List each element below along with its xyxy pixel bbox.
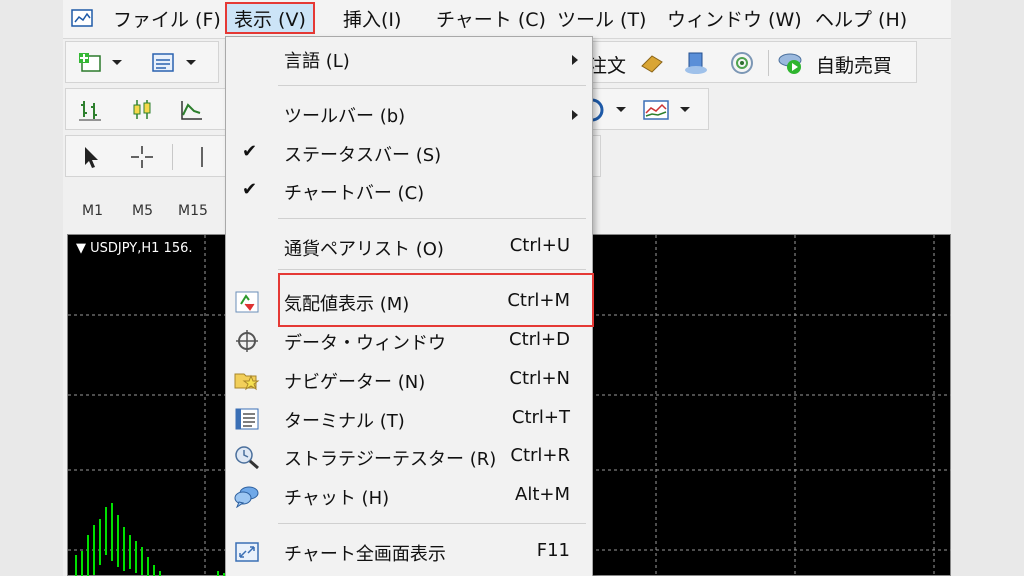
bar-chart-icon[interactable] xyxy=(76,97,104,123)
menu-item-label: データ・ウィンドウ xyxy=(284,333,446,354)
menu-item-status-bar[interactable]: ✔ ステータスバー (S) xyxy=(226,135,592,171)
menu-item-shortcut: Ctrl+M xyxy=(507,290,570,311)
checkmark-icon: ✔ xyxy=(242,179,258,200)
submenu-arrow-icon xyxy=(572,55,578,65)
menu-item-label: チャート全画面表示 xyxy=(284,544,446,565)
menu-separator xyxy=(278,523,586,524)
menu-item-label: 通貨ペアリスト (O) xyxy=(284,239,444,260)
auto-trading-icon[interactable] xyxy=(776,50,804,76)
menu-chart[interactable]: チャート (C) xyxy=(436,8,546,32)
menu-item-shortcut: Ctrl+N xyxy=(509,368,570,389)
charts-toolbar xyxy=(65,88,227,130)
menu-window[interactable]: ウィンドウ (W) xyxy=(667,8,802,32)
menu-separator xyxy=(278,269,586,270)
terminal-icon xyxy=(235,408,259,430)
menu-insert[interactable]: 挿入(I) xyxy=(343,8,401,32)
periodicity-toolbar: M1 M5 M15 xyxy=(65,185,227,227)
menu-item-language[interactable]: 言語 (L) xyxy=(226,41,592,77)
line-chart-icon[interactable] xyxy=(178,97,206,123)
submenu-arrow-icon xyxy=(572,110,578,120)
candlestick-icon[interactable] xyxy=(128,97,156,123)
market-watch-icon xyxy=(235,291,259,313)
menu-item-label: チャット (H) xyxy=(284,488,390,509)
chevron-down-icon[interactable] xyxy=(616,107,626,112)
cursor-icon[interactable] xyxy=(76,144,104,170)
tester-icon xyxy=(235,446,259,469)
menu-item-fullscreen[interactable]: チャート全画面表示 F11 xyxy=(226,534,592,570)
price-bars xyxy=(75,503,225,576)
menu-help[interactable]: ヘルプ (H) xyxy=(815,8,907,32)
checkmark-icon: ✔ xyxy=(242,141,258,162)
chevron-down-icon[interactable] xyxy=(680,107,690,112)
standard-toolbar xyxy=(65,41,219,83)
crosshair-tool-icon[interactable] xyxy=(128,144,156,170)
line-studies-toolbar xyxy=(65,135,227,177)
signal-icon[interactable] xyxy=(728,50,756,76)
menu-view[interactable]: 表示 (V) xyxy=(225,2,315,34)
menu-item-label: ナビゲーター (N) xyxy=(284,372,426,393)
vertical-line-icon[interactable] xyxy=(188,144,216,170)
chevron-down-icon[interactable] xyxy=(186,60,196,65)
menu-tools[interactable]: ツール (T) xyxy=(557,8,646,32)
auto-trading-label[interactable]: 自動売買 xyxy=(816,51,892,78)
menu-separator xyxy=(278,218,586,219)
menu-item-navigator[interactable]: ナビゲーター (N) Ctrl+N xyxy=(226,362,592,398)
view-menu-dropdown: 言語 (L) ツールバー (b) ✔ ステータスバー (S) ✔ チャートバー … xyxy=(225,36,594,576)
standard-toolbar-right: 注文 自動売買 xyxy=(583,41,917,83)
menu-item-shortcut: Ctrl+D xyxy=(509,329,570,350)
menu-item-shortcut: Ctrl+R xyxy=(510,445,570,466)
user-cloud-icon[interactable] xyxy=(682,50,710,76)
new-chart-icon[interactable] xyxy=(76,50,104,76)
app-chart-icon xyxy=(71,9,93,27)
menu-item-symbols[interactable]: 通貨ペアリスト (O) Ctrl+U xyxy=(226,229,592,265)
chevron-down-icon[interactable] xyxy=(112,60,122,65)
menu-item-chart-bar[interactable]: ✔ チャートバー (C) xyxy=(226,173,592,209)
menu-item-shortcut: Alt+M xyxy=(515,484,570,505)
menu-item-label: ストラテジーテスター (R) xyxy=(284,449,497,470)
menu-item-data-window[interactable]: データ・ウィンドウ Ctrl+D xyxy=(226,323,592,359)
menu-file[interactable]: ファイル (F) xyxy=(113,8,221,32)
menu-item-chat[interactable]: チャット (H) Alt+M xyxy=(226,478,592,514)
mt4-window: ファイル (F) 表示 (V) 挿入(I) チャート (C) ツール (T) ウ… xyxy=(63,0,951,576)
timeframe-m15[interactable]: M15 xyxy=(178,203,208,219)
navigator-icon xyxy=(234,373,260,391)
menu-item-label: ステータスバー (S) xyxy=(284,145,442,166)
menu-item-shortcut: F11 xyxy=(536,540,570,561)
order-label[interactable]: 注文 xyxy=(588,51,626,78)
menu-item-market-watch[interactable]: 気配値表示 (M) Ctrl+M xyxy=(226,284,592,320)
menu-item-label: 言語 (L) xyxy=(284,51,350,72)
menu-item-label: ツールバー (b) xyxy=(284,106,406,127)
book-icon[interactable] xyxy=(638,50,666,76)
menu-item-shortcut: Ctrl+U xyxy=(509,235,570,256)
fullscreen-icon xyxy=(235,542,259,562)
timeframe-m1[interactable]: M1 xyxy=(82,203,103,219)
crosshair-icon xyxy=(236,330,258,352)
menu-item-label: ターミナル (T) xyxy=(284,411,405,432)
menu-bar: ファイル (F) 表示 (V) 挿入(I) チャート (C) ツール (T) ウ… xyxy=(63,0,951,39)
chat-icon xyxy=(234,486,259,508)
menu-item-label: チャートバー (C) xyxy=(284,183,425,204)
menu-item-shortcut: Ctrl+T xyxy=(511,407,570,428)
profiles-icon[interactable] xyxy=(150,50,178,76)
menu-item-label: 気配値表示 (M) xyxy=(284,294,410,315)
menu-item-toolbars[interactable]: ツールバー (b) xyxy=(226,96,592,132)
indicators-toolbar xyxy=(583,88,709,130)
menu-separator xyxy=(278,85,586,86)
indicator-window-icon[interactable] xyxy=(642,97,670,123)
menu-item-strategy-tester[interactable]: ストラテジーテスター (R) Ctrl+R xyxy=(226,439,592,475)
timeframe-m5[interactable]: M5 xyxy=(132,203,153,219)
menu-item-terminal[interactable]: ターミナル (T) Ctrl+T xyxy=(226,401,592,437)
